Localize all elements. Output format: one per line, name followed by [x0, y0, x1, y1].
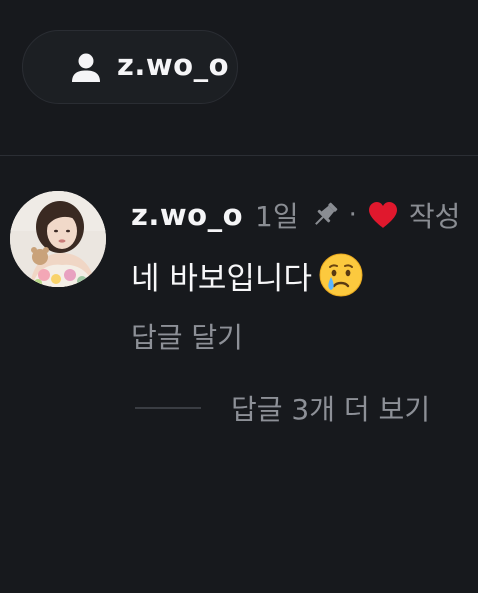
- comment-author[interactable]: z.wo_o: [131, 198, 243, 232]
- pin-icon: [314, 202, 337, 225]
- author-liked-label: 작성: [408, 200, 461, 233]
- reply-button[interactable]: 답글 달기: [131, 316, 243, 356]
- comment-header: z.wo_o 1일 · 작성: [131, 195, 460, 235]
- heart-icon: [368, 202, 397, 228]
- view-more-replies-label: 답글 3개 더 보기: [231, 393, 431, 426]
- crying-face-icon: [319, 253, 363, 297]
- avatar[interactable]: [10, 191, 106, 287]
- divider: [0, 155, 478, 156]
- comment-body: 네 바보입니다: [131, 252, 364, 298]
- separator-dot: ·: [348, 200, 357, 230]
- profile-chip[interactable]: z.wo_o: [22, 30, 238, 104]
- replies-line: [135, 407, 201, 409]
- avatar-photo: [10, 191, 106, 287]
- profile-username: z.wo_o: [117, 48, 230, 82]
- view-more-replies[interactable]: 답글 3개 더 보기: [135, 388, 430, 428]
- comment-timestamp: 1일: [255, 200, 299, 233]
- comment-text: 네 바보입니다: [131, 260, 312, 297]
- comment-screen: z.wo_o z.wo_o 1일 · 작성 네 바보입니다 답글 달기 답글 3…: [0, 0, 478, 593]
- person-icon: [72, 53, 100, 82]
